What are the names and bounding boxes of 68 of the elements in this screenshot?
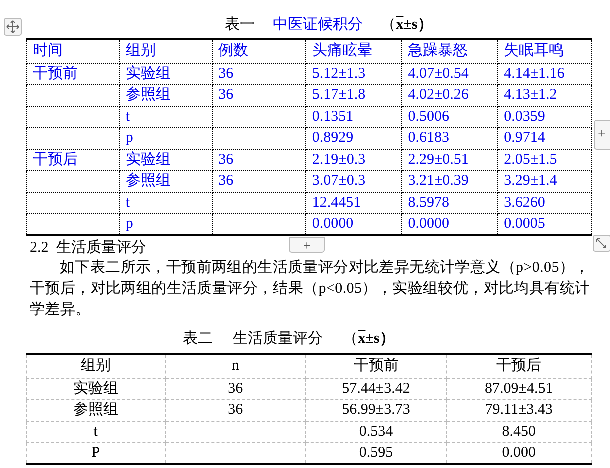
table-cell: t (119, 106, 212, 128)
table-cell: P (26, 442, 166, 464)
table-cell: 36 (212, 149, 306, 170)
add-column-button[interactable]: + (594, 120, 610, 150)
table-cell: 79.11±3.43 (446, 400, 592, 421)
column-header: 干预后 (446, 354, 592, 378)
table-cell: 0.9714 (498, 128, 592, 149)
table-cell: 4.02±0.26 (402, 84, 498, 106)
table-cell: 36 (212, 63, 306, 84)
section-heading: 2.2 生活质量评分 (30, 238, 146, 258)
stat-notation: （x±s） (381, 16, 433, 34)
table-cell: 36 (165, 378, 306, 400)
column-header: 急躁暴怒 (402, 39, 498, 63)
table-label: 表一 (225, 16, 256, 34)
table-cell: 参照组 (119, 84, 212, 106)
table-title: 中医证候积分 (273, 16, 364, 34)
table-label: 表二 (183, 330, 214, 348)
table-cell: 8.5978 (402, 192, 498, 214)
column-header: 失眠耳鸣 (498, 39, 592, 63)
column-header: 组别 (26, 354, 166, 378)
table-cell: p (119, 128, 212, 149)
table-cell: 干预前 (26, 63, 120, 84)
table-cell: 5.17±1.8 (306, 84, 402, 106)
column-header: n (165, 354, 306, 378)
table-cell: 12.4451 (306, 192, 402, 214)
table-cell: 2.29±0.51 (402, 149, 498, 170)
table-cell: t (119, 192, 212, 214)
table-cell: 0.0359 (498, 106, 592, 128)
table-cell: 3.07±0.3 (306, 170, 402, 192)
move-handle-icon[interactable] (4, 18, 22, 36)
table-cell: 2.19±0.3 (306, 149, 402, 170)
resize-icon[interactable] (593, 235, 610, 252)
table-cell: 36 (212, 170, 306, 192)
table-cell: 56.99±3.73 (306, 400, 447, 421)
table-cell: 0.6183 (402, 128, 498, 149)
table-cell: 36 (165, 400, 306, 421)
table-cell: 2.05±1.5 (498, 149, 592, 170)
table-cell: 87.09±4.51 (446, 378, 592, 400)
table-cell: 0.5006 (402, 106, 498, 128)
table-title: 生活质量评分 (233, 330, 324, 348)
column-header: 头痛眩晕 (306, 39, 402, 63)
add-row-button[interactable]: + (289, 237, 325, 253)
table-cell: 0.534 (306, 421, 447, 442)
table-cell: 57.44±3.42 (306, 378, 447, 400)
table-cell: 36 (212, 84, 306, 106)
table-cell: 实验组 (119, 149, 212, 170)
table-cell: 参照组 (26, 400, 166, 421)
column-header: 干预前 (306, 354, 447, 378)
table-cell: 0.8929 (306, 128, 402, 149)
table-cell: 0.1351 (306, 106, 402, 128)
table-cell: 3.29±1.4 (498, 170, 592, 192)
table-cell: 4.07±0.54 (402, 63, 498, 84)
table-cell: 4.13±1.2 (498, 84, 592, 106)
table-cell: t (26, 421, 166, 442)
column-header: 时间 (26, 39, 120, 63)
table-cell: 5.12±1.3 (306, 63, 402, 84)
table-cell: 实验组 (119, 63, 212, 84)
paragraph: 如下表二所示，干预前两组的生活质量评分对比差异无统计学意义（p>0.05），干预后，对比两组的生活质量评分，结果（p<0.05），实验组较优，对比均具有统计学差异。 (30, 258, 592, 320)
table-cell: 3.21±0.39 (402, 170, 498, 192)
table-cell: 参照组 (119, 170, 212, 192)
table-cell: 4.14±1.16 (498, 63, 592, 84)
stat-notation: （x±s） (343, 330, 395, 348)
table-cell: 干预后 (26, 149, 120, 170)
column-header: 组别 (119, 39, 212, 63)
table-cell: 3.6260 (498, 192, 592, 214)
column-header: 例数 (212, 39, 306, 63)
table-cell: 8.450 (446, 421, 592, 442)
table-cell: 实验组 (26, 378, 166, 400)
